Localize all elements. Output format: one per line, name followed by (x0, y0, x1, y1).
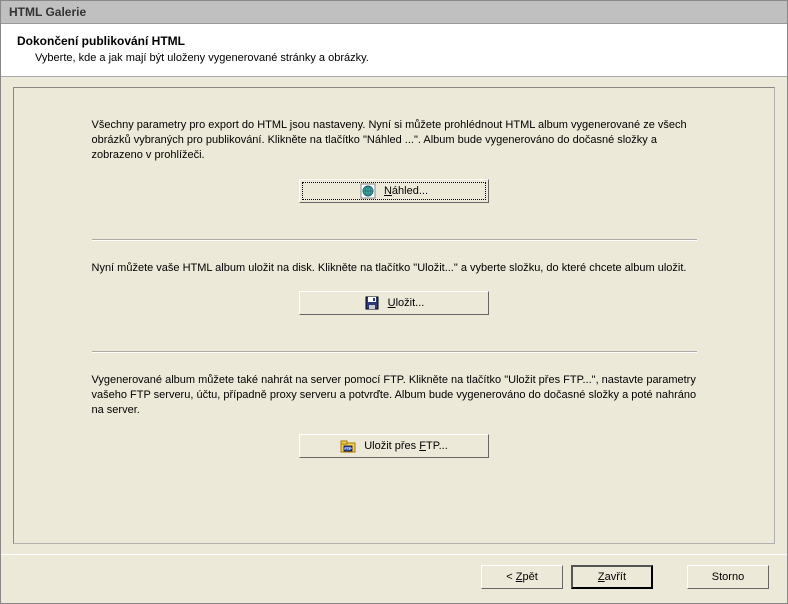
content-panel: Všechny parametry pro export do HTML jso… (13, 87, 775, 544)
save-text: Nyní můžete vaše HTML album uložit na di… (92, 261, 697, 276)
ftp-icon: FTP (340, 438, 356, 454)
window-title: HTML Galerie (9, 5, 86, 19)
ftp-section: Vygenerované album můžete také nahrát na… (92, 373, 697, 478)
back-button[interactable]: < Zpět (481, 565, 563, 589)
globe-icon (360, 183, 376, 199)
wizard-header: Dokončení publikování HTML Vyberte, kde … (1, 24, 787, 77)
save-button-row: Uložit... (92, 291, 697, 315)
cancel-button[interactable]: Storno (687, 565, 769, 589)
preview-text: Všechny parametry pro export do HTML jso… (92, 118, 697, 163)
cancel-button-label: Storno (712, 571, 744, 583)
back-button-label: < Zpět (506, 571, 538, 583)
content-area: Všechny parametry pro export do HTML jso… (1, 77, 787, 554)
titlebar: HTML Galerie (1, 1, 787, 24)
svg-text:FTP: FTP (344, 446, 352, 451)
preview-button[interactable]: Náhled... (299, 179, 489, 203)
dialog-window: HTML Galerie Dokončení publikování HTML … (0, 0, 788, 604)
footer: < Zpět Zavřít Storno (1, 554, 787, 603)
divider (92, 351, 697, 353)
save-button-label: Uložit... (388, 297, 425, 309)
preview-section: Všechny parametry pro export do HTML jso… (92, 118, 697, 223)
preview-button-row: Náhled... (92, 179, 697, 203)
floppy-icon (364, 295, 380, 311)
preview-button-label: Náhled... (384, 185, 428, 197)
close-button[interactable]: Zavřít (571, 565, 653, 589)
page-title: Dokončení publikování HTML (17, 34, 771, 48)
save-button[interactable]: Uložit... (299, 291, 489, 315)
page-subtitle: Vyberte, kde a jak mají být uloženy vyge… (17, 52, 771, 64)
ftp-button-row: FTP Uložit přes FTP... (92, 434, 697, 458)
ftp-button-label: Uložit přes FTP... (364, 440, 448, 452)
footer-spacer (661, 565, 679, 589)
save-section: Nyní můžete vaše HTML album uložit na di… (92, 261, 697, 336)
ftp-button[interactable]: FTP Uložit přes FTP... (299, 434, 489, 458)
close-button-label: Zavřít (598, 571, 626, 583)
divider (92, 239, 697, 241)
ftp-text: Vygenerované album můžete také nahrát na… (92, 373, 697, 418)
